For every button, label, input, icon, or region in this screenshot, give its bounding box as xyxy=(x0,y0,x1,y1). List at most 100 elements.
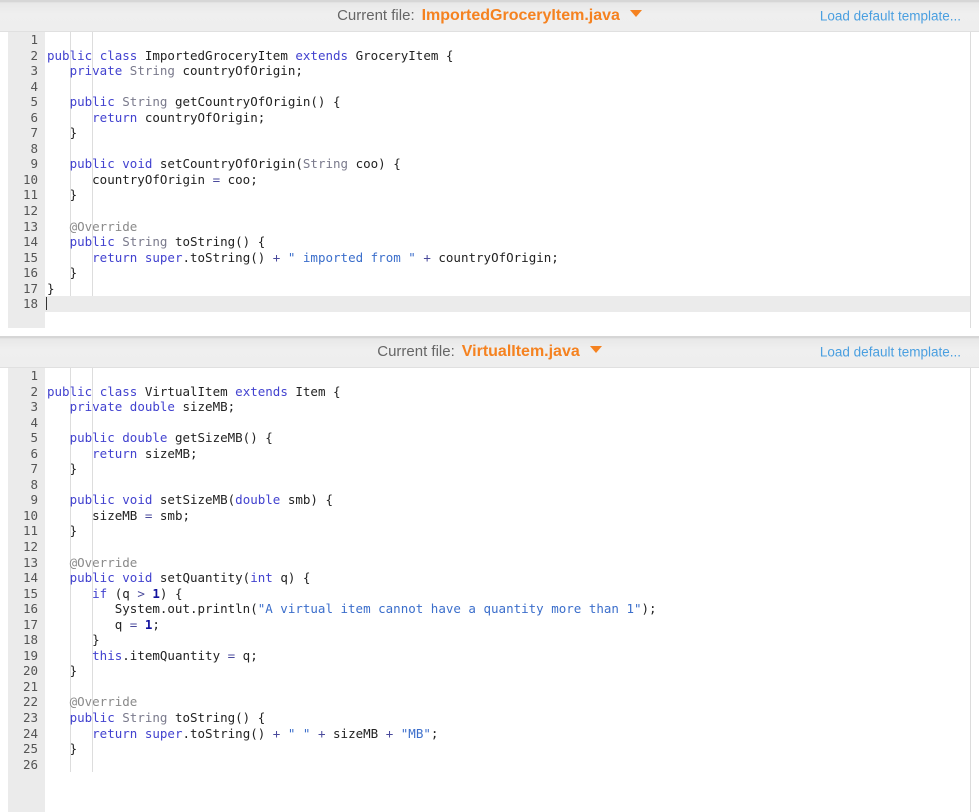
current-file-selector-1[interactable]: Current file: ImportedGroceryItem.java xyxy=(337,7,642,25)
line-number: 4 xyxy=(30,78,38,94)
code-line[interactable]: 3 private double sizeMB; xyxy=(0,399,970,415)
code-line[interactable]: 4 xyxy=(0,79,970,95)
code-text[interactable]: } xyxy=(47,125,78,141)
code-line[interactable]: 19 this.itemQuantity = q; xyxy=(0,648,970,664)
code-token: ; xyxy=(430,725,439,741)
code-text[interactable]: System.out.println("A virtual item canno… xyxy=(47,601,657,617)
code-line[interactable]: 10 sizeMB = smb; xyxy=(0,508,970,524)
code-text[interactable]: public String toString() { xyxy=(47,234,266,250)
code-line[interactable]: 5 public double getSizeMB() { xyxy=(0,430,970,446)
code-line[interactable]: 9 public void setSizeMB(double smb) { xyxy=(0,492,970,508)
code-line[interactable]: 1 xyxy=(0,368,970,384)
code-text[interactable]: return super.toString() + " " + sizeMB +… xyxy=(47,726,438,742)
code-text[interactable]: } xyxy=(47,187,78,203)
code-line[interactable]: 11 } xyxy=(0,187,970,203)
code-line[interactable]: 10 countryOfOrigin = coo; xyxy=(0,172,970,188)
current-file-name-1[interactable]: ImportedGroceryItem.java xyxy=(422,7,620,25)
code-area-2[interactable]: 1 2 public class VirtualItem extends Item … xyxy=(0,368,971,812)
code-line[interactable]: 2 public class VirtualItem extends Item { xyxy=(0,384,970,400)
code-line[interactable]: 12 xyxy=(0,203,970,219)
code-line[interactable]: 8 xyxy=(0,141,970,157)
code-text[interactable]: @Override xyxy=(47,694,138,710)
code-line[interactable]: 15 if (q > 1) { xyxy=(0,586,970,602)
code-line[interactable]: 13 @Override xyxy=(0,555,970,571)
code-text[interactable]: sizeMB = smb; xyxy=(47,508,190,524)
code-line[interactable]: 3 private String countryOfOrigin; xyxy=(0,63,970,79)
code-line[interactable]: 9 public void setCountryOfOrigin(String … xyxy=(0,156,970,172)
chevron-down-icon[interactable] xyxy=(629,9,642,17)
code-text[interactable]: } xyxy=(47,265,78,281)
code-line[interactable]: 13 @Override xyxy=(0,219,970,235)
code-line[interactable]: 22 @Override xyxy=(0,694,970,710)
code-line[interactable]: 7 } xyxy=(0,125,970,141)
code-line[interactable]: 25 } xyxy=(0,741,970,757)
current-file-selector-2[interactable]: Current file: VirtualItem.java xyxy=(377,343,602,361)
code-lines-1[interactable]: 1 2 public class ImportedGroceryItem exten… xyxy=(0,32,970,312)
code-text[interactable]: public String toString() { xyxy=(47,710,266,726)
code-text[interactable]: } xyxy=(47,523,78,539)
code-text[interactable]: q = 1; xyxy=(47,617,160,633)
code-text[interactable]: private String countryOfOrigin; xyxy=(47,63,303,79)
code-lines-2[interactable]: 1 2 public class VirtualItem extends Item … xyxy=(0,368,970,773)
code-line[interactable]: 17 q = 1; xyxy=(0,617,970,633)
current-file-name-2[interactable]: VirtualItem.java xyxy=(462,343,580,361)
code-text[interactable]: this.itemQuantity = q; xyxy=(47,648,258,664)
code-line[interactable]: 6 return sizeMB; xyxy=(0,446,970,462)
code-line[interactable]: 12 xyxy=(0,539,970,555)
code-line[interactable]: 15 return super.toString() + " imported … xyxy=(0,250,970,266)
code-text[interactable]: } xyxy=(47,741,78,757)
code-line[interactable]: 18 xyxy=(0,296,970,312)
code-text[interactable]: @Override xyxy=(47,555,138,571)
code-token: public xyxy=(69,492,115,508)
code-line[interactable]: 18 } xyxy=(0,632,970,648)
code-text[interactable]: @Override xyxy=(47,219,138,235)
code-token: } xyxy=(47,265,78,281)
code-text[interactable]: public void setQuantity(int q) { xyxy=(47,570,311,586)
code-text[interactable]: public String getCountryOfOrigin() { xyxy=(47,94,341,110)
code-line[interactable]: 20 } xyxy=(0,663,970,679)
chevron-down-icon[interactable] xyxy=(589,345,602,353)
code-line[interactable]: 16 System.out.println("A virtual item ca… xyxy=(0,601,970,617)
code-line[interactable]: 21 xyxy=(0,679,970,695)
code-line[interactable]: 7 } xyxy=(0,461,970,477)
code-line[interactable]: 11 } xyxy=(0,523,970,539)
code-text[interactable]: public class ImportedGroceryItem extends… xyxy=(47,48,453,64)
line-number: 15 xyxy=(22,585,38,601)
code-line[interactable]: 2 public class ImportedGroceryItem extend… xyxy=(0,48,970,64)
code-line[interactable]: 23 public String toString() { xyxy=(0,710,970,726)
code-text[interactable]: return sizeMB; xyxy=(47,446,197,462)
code-line[interactable]: 6 return countryOfOrigin; xyxy=(0,110,970,126)
code-text[interactable]: public class VirtualItem extends Item { xyxy=(47,384,341,400)
load-default-template-link-2[interactable]: Load default template... xyxy=(820,344,961,359)
code-line[interactable]: 14 public void setQuantity(int q) { xyxy=(0,570,970,586)
code-line[interactable]: 4 xyxy=(0,415,970,431)
code-text[interactable]: countryOfOrigin = coo; xyxy=(47,172,258,188)
code-line[interactable]: 8 xyxy=(0,477,970,493)
code-area-1[interactable]: 1 2 public class ImportedGroceryItem exten… xyxy=(0,32,971,328)
code-text[interactable]: return super.toString() + " imported fro… xyxy=(47,250,559,266)
code-text[interactable]: public double getSizeMB() { xyxy=(47,430,273,446)
code-text[interactable]: public void setSizeMB(double smb) { xyxy=(47,492,333,508)
code-token: countryOfOrigin xyxy=(47,171,213,187)
active-line-highlight xyxy=(45,296,970,312)
code-text[interactable]: if (q > 1) { xyxy=(47,586,182,602)
code-line[interactable]: 5 public String getCountryOfOrigin() { xyxy=(0,94,970,110)
code-text[interactable]: public void setCountryOfOrigin(String co… xyxy=(47,156,401,172)
code-line[interactable]: 14 public String toString() { xyxy=(0,234,970,250)
line-number: 21 xyxy=(22,678,38,694)
code-text[interactable]: } xyxy=(47,461,78,477)
load-default-template-link-1[interactable]: Load default template... xyxy=(820,8,961,23)
code-token: extends xyxy=(235,383,288,399)
code-text[interactable]: return countryOfOrigin; xyxy=(47,110,265,126)
code-line[interactable]: 24 return super.toString() + " " + sizeM… xyxy=(0,726,970,742)
code-text[interactable]: } xyxy=(47,632,100,648)
code-line[interactable]: 17} xyxy=(0,281,970,297)
code-text[interactable]: } xyxy=(47,663,78,679)
code-line[interactable]: 26 xyxy=(0,757,970,773)
code-text[interactable]: } xyxy=(47,281,55,297)
code-line[interactable]: 16 } xyxy=(0,265,970,281)
code-line[interactable]: 1 xyxy=(0,32,970,48)
code-text[interactable]: private double sizeMB; xyxy=(47,399,236,415)
